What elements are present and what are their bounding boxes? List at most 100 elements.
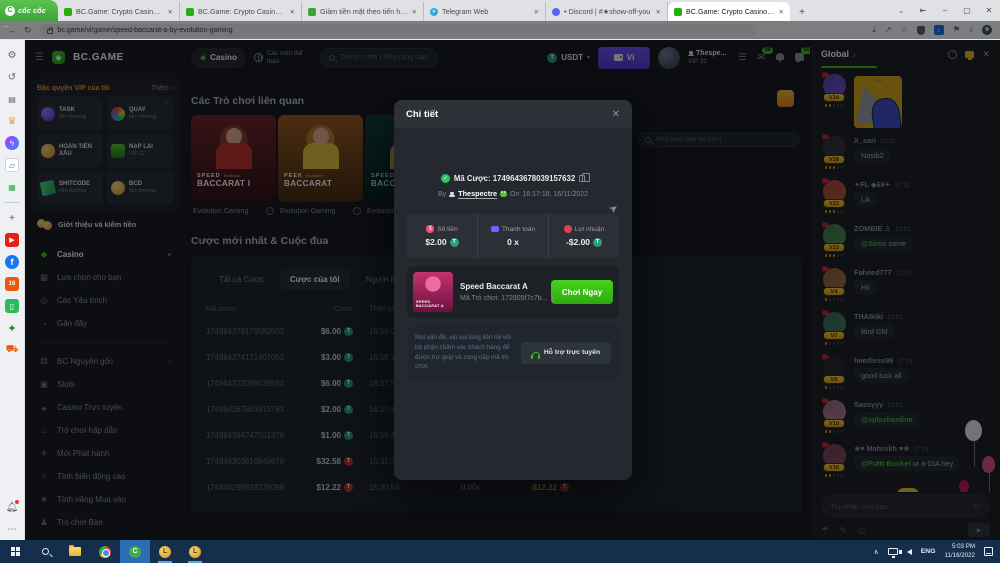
tab-title: BC.Game: Crypto Casino Gam bbox=[686, 7, 775, 16]
action-center-icon[interactable] bbox=[984, 547, 993, 556]
rail-divider bbox=[4, 202, 20, 203]
play-now-button[interactable]: Chơi Ngay bbox=[551, 280, 613, 304]
chat-app-icon[interactable]: ▱ bbox=[5, 158, 19, 172]
taskbar-clock[interactable]: 5:03 PM11/16/2022 bbox=[944, 543, 975, 560]
coccoc-menu-button[interactable]: C cốc cốc bbox=[0, 0, 58, 21]
tab-search-icon[interactable]: ⌄ bbox=[890, 0, 912, 21]
ldplayer-icon-2[interactable]: L bbox=[180, 540, 210, 563]
usdt-coin-icon: T bbox=[593, 238, 602, 247]
tab-close-icon[interactable]: ✕ bbox=[290, 8, 295, 16]
network-icon[interactable] bbox=[888, 548, 898, 555]
windows-taskbar: C L L ∧ ENG 5:03 PM11/16/2022 bbox=[0, 540, 1000, 563]
minimize-button[interactable]: – bbox=[934, 0, 956, 21]
crown-icon[interactable]: ♛ bbox=[5, 114, 19, 128]
sidebar-toggle-icon[interactable]: ⇤ bbox=[912, 0, 934, 21]
stat-amount: $Số tiền $2.00 T bbox=[407, 214, 477, 258]
copy-icon[interactable] bbox=[552, 295, 554, 302]
tab-favicon bbox=[674, 8, 682, 16]
facebook-icon[interactable]: f bbox=[5, 255, 19, 269]
tab-favicon bbox=[552, 8, 560, 16]
maximize-button[interactable]: ▢ bbox=[956, 0, 978, 21]
game-thumbnail: SPEEDBACCARAT A bbox=[413, 272, 453, 312]
language-indicator[interactable]: ENG bbox=[921, 548, 936, 555]
stat-label: Thanh toán bbox=[502, 226, 535, 233]
address-bar: ← → ↻ bc.game/vi/game/speed-baccarat-a-b… bbox=[0, 21, 1000, 40]
stat-profit: Lợi nhuận -$2.00T bbox=[548, 214, 619, 258]
stat-label: Số tiền bbox=[437, 226, 458, 233]
window-controls: ⌄ ⇤ – ▢ ✕ bbox=[890, 0, 1000, 21]
bet-stats: $Số tiền $2.00 T Thanh toán 0 x Lợi nhuận -$2.… bbox=[407, 214, 619, 258]
tab-favicon bbox=[308, 8, 316, 16]
usdt-coin-icon: T bbox=[450, 238, 459, 247]
tab-title: • Discord | #★show-off-you bbox=[564, 7, 652, 16]
tab-close-icon[interactable]: ✕ bbox=[534, 8, 539, 16]
games-icon[interactable]: ▦ bbox=[5, 180, 19, 194]
chrome-icon[interactable] bbox=[90, 540, 120, 563]
coccoc-logo-icon: C bbox=[5, 6, 15, 16]
file-explorer-icon[interactable] bbox=[60, 540, 90, 563]
game-name: Speed Baccarat A bbox=[460, 282, 544, 291]
tab-strip: BC.Game: Crypto Casino Gam ✕ BC.Game: Cryp… bbox=[58, 2, 790, 21]
browser-tab[interactable]: • Discord | #★show-off-you ✕ bbox=[546, 2, 668, 21]
browser-tab[interactable]: BC.Game: Crypto Casino Gam ✕ bbox=[668, 2, 790, 21]
browser-side-rail: ⚙ ↺ ▤ ♛ ϟ ▱ ▦ + ▶ f 16 ▯ ✦ ⛟ 🔔︎ ⋯ bbox=[0, 40, 25, 540]
browser-tab[interactable]: ✈Telegram Web✕ bbox=[424, 2, 546, 21]
browser-tabbar: C cốc cốc BC.Game: Crypto Casino Gam✕BC.… bbox=[0, 0, 1000, 21]
coccoc-brand-label: cốc cốc bbox=[18, 6, 46, 15]
close-window-button[interactable]: ✕ bbox=[978, 0, 1000, 21]
support-text: Mọi vấn đề, xin vui lòng liên hệ với bộ … bbox=[415, 333, 513, 372]
verified-check-icon: ✓ bbox=[441, 174, 450, 183]
add-shortcut-icon[interactable]: + bbox=[5, 211, 19, 225]
start-button[interactable] bbox=[0, 540, 30, 563]
new-tab-button[interactable]: + bbox=[794, 4, 810, 20]
bcgame-page: ☰ ◆ BC.GAME Đặc quyền VIP của tôi Thêm ›… bbox=[25, 40, 1000, 540]
bet-timestamp: 16:17:18, 16/11/2022 bbox=[522, 191, 588, 198]
copy-icon[interactable] bbox=[579, 175, 585, 182]
tab-title: Telegram Web bbox=[442, 7, 530, 16]
browser-tab[interactable]: Giảm tiền mặt theo tiến hóa ✕ bbox=[302, 2, 424, 21]
profit-icon bbox=[564, 225, 572, 233]
browser-tab[interactable]: BC.Game: Crypto Casino Gam ✕ bbox=[180, 2, 302, 21]
tab-title: BC.Game: Crypto Casino Gam bbox=[198, 7, 286, 16]
bet-author-row: By Thespectre On 16:17:18, 16/11/2022 bbox=[407, 189, 619, 199]
stat-value: $2.00 bbox=[425, 237, 446, 247]
bet-id-text: Mã Cược: 1749643678039157632 bbox=[454, 174, 575, 183]
stat-value: 0 x bbox=[507, 237, 519, 247]
tab-close-icon[interactable]: ✕ bbox=[168, 8, 173, 16]
notifications-bell-icon[interactable]: 🔔︎ bbox=[5, 500, 19, 514]
modal-title: Chi tiết bbox=[406, 109, 438, 120]
amount-icon: $ bbox=[426, 225, 434, 233]
bet-author-name[interactable]: Thespectre bbox=[458, 189, 497, 199]
stat-payout: Thanh toán 0 x bbox=[477, 214, 548, 258]
tab-favicon bbox=[186, 8, 194, 16]
tab-title: Giảm tiền mặt theo tiến hóa bbox=[320, 7, 408, 16]
shopping-cart-icon[interactable]: ⛟ bbox=[5, 343, 19, 357]
coccoc-taskbar-icon[interactable]: C bbox=[120, 540, 150, 563]
taskbar-search-icon[interactable] bbox=[30, 540, 60, 563]
messenger-icon[interactable]: ϟ bbox=[5, 136, 19, 150]
settings-gear-icon[interactable]: ⚙ bbox=[5, 48, 19, 62]
tray-expand-icon[interactable]: ∧ bbox=[874, 548, 879, 556]
support-row: Mọi vấn đề, xin vui lòng liên hệ với bộ … bbox=[407, 326, 619, 379]
ldplayer-icon[interactable]: L bbox=[150, 540, 180, 563]
mobile-app-icon[interactable]: ▯ bbox=[5, 299, 19, 313]
stat-value: -$2.00 bbox=[566, 237, 590, 247]
forward-button[interactable]: → bbox=[0, 21, 1000, 39]
tab-close-icon[interactable]: ✕ bbox=[779, 8, 784, 16]
game-row: SPEEDBACCARAT A Speed Baccarat A Mã Trò … bbox=[407, 266, 619, 318]
modal-close-icon[interactable]: ✕ bbox=[612, 109, 620, 120]
stat-label: Lợi nhuận bbox=[575, 226, 605, 233]
game-id-row: Mã Trò chơi: 172805f7c7b... bbox=[460, 295, 544, 302]
education-icon[interactable]: ✦ bbox=[5, 321, 19, 335]
tab-close-icon[interactable]: ✕ bbox=[412, 8, 417, 16]
live-support-button[interactable]: Hỗ trợ trực tuyến bbox=[521, 342, 611, 364]
reading-list-icon[interactable]: ▤ bbox=[5, 92, 19, 106]
tab-close-icon[interactable]: ✕ bbox=[656, 8, 661, 16]
browser-tab[interactable]: BC.Game: Crypto Casino Gam✕ bbox=[58, 2, 180, 21]
history-icon[interactable]: ↺ bbox=[5, 70, 19, 84]
more-icon[interactable]: ⋯ bbox=[5, 522, 19, 536]
volume-icon[interactable] bbox=[907, 549, 912, 555]
youtube-icon[interactable]: ▶ bbox=[5, 233, 19, 247]
headset-icon bbox=[532, 352, 540, 357]
calendar-icon[interactable]: 16 bbox=[5, 277, 19, 291]
